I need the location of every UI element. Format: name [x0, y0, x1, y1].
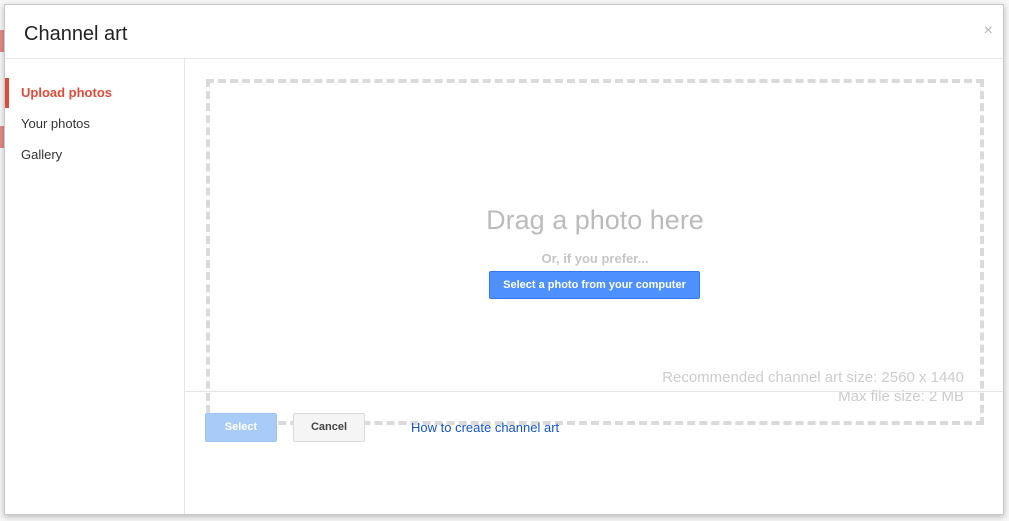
select-from-computer-button[interactable]: Select a photo from your computer	[489, 271, 700, 299]
dialog-header: Channel art ×	[5, 5, 1003, 59]
drag-instruction: Drag a photo here	[486, 205, 704, 235]
select-button[interactable]: Select	[205, 413, 277, 442]
sidebar-item-upload-photos[interactable]: Upload photos	[5, 78, 184, 108]
sidebar-item-gallery[interactable]: Gallery	[5, 140, 184, 170]
alternative-hint: Or, if you prefer...	[541, 251, 649, 266]
recommended-size-text: Recommended channel art size: 2560 x 144…	[662, 369, 964, 386]
dialog-footer: Select Cancel How to create channel art	[185, 391, 1003, 460]
close-icon[interactable]: ×	[984, 21, 993, 41]
cancel-button[interactable]: Cancel	[293, 413, 365, 442]
channel-art-dialog: Channel art × Upload photos Your photos …	[4, 4, 1004, 515]
sidebar: Upload photos Your photos Gallery	[5, 59, 185, 514]
sidebar-item-your-photos[interactable]: Your photos	[5, 109, 184, 139]
dialog-title: Channel art	[24, 23, 128, 45]
how-to-create-link[interactable]: How to create channel art	[411, 413, 559, 442]
photo-dropzone[interactable]: Drag a photo here Or, if you prefer... S…	[206, 79, 984, 425]
